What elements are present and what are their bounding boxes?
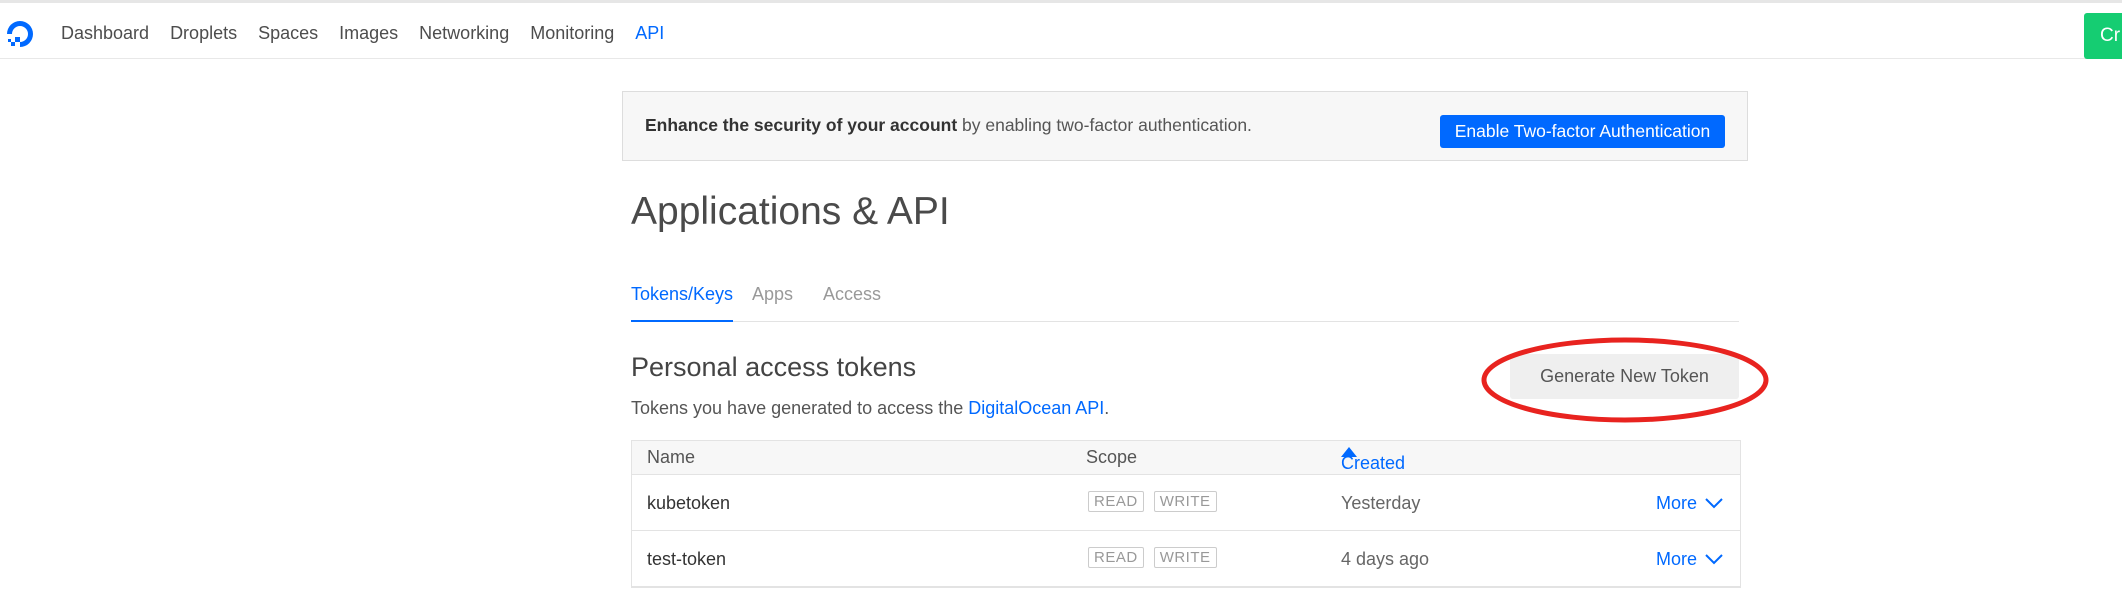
tab-bar: Tokens/Keys Apps Access: [631, 280, 1739, 322]
main-nav: Dashboard Droplets Spaces Images Network…: [61, 20, 685, 46]
column-header-created-label: Created: [1341, 453, 1406, 473]
token-scope: READ WRITE: [1088, 547, 1217, 568]
nav-monitoring[interactable]: Monitoring: [530, 20, 614, 46]
token-created: Yesterday: [1341, 493, 1421, 513]
more-dropdown[interactable]: More: [1656, 493, 1723, 514]
scope-badge-read: READ: [1088, 491, 1144, 512]
more-label: More: [1656, 549, 1698, 569]
top-navigation: Dashboard Droplets Spaces Images Network…: [0, 0, 2122, 59]
column-header-scope: Scope: [1086, 447, 1138, 467]
digitalocean-api-link[interactable]: DigitalOcean API: [968, 398, 1104, 418]
subtitle-suffix: .: [1104, 398, 1110, 418]
section-title: Personal access tokens: [631, 352, 917, 382]
nav-spaces[interactable]: Spaces: [258, 20, 318, 46]
tab-access[interactable]: Access: [823, 284, 881, 305]
banner-message: Enhance the security of your account by …: [645, 115, 1252, 136]
column-header-created[interactable]: Created: [1341, 447, 1405, 473]
tab-tokens-keys[interactable]: Tokens/Keys: [631, 284, 734, 322]
nav-dashboard[interactable]: Dashboard: [61, 20, 149, 46]
chevron-down-icon: [1705, 498, 1723, 509]
table-row: test-token READ WRITE 4 days ago More: [632, 531, 1740, 587]
subtitle-prefix: Tokens you have generated to access the: [631, 398, 969, 418]
create-button[interactable]: Cr: [2084, 13, 2122, 59]
enable-two-factor-button[interactable]: Enable Two-factor Authentication: [1440, 115, 1725, 148]
token-created: 4 days ago: [1341, 549, 1430, 569]
more-label: More: [1656, 493, 1698, 513]
section-subtitle: Tokens you have generated to access the …: [631, 398, 1109, 419]
more-dropdown[interactable]: More: [1656, 549, 1723, 570]
tab-apps[interactable]: Apps: [752, 284, 793, 305]
nav-networking[interactable]: Networking: [419, 20, 509, 46]
scope-badge-read: READ: [1088, 547, 1144, 568]
table-row: kubetoken READ WRITE Yesterday More: [632, 475, 1740, 531]
page-title: Applications & API: [631, 190, 950, 233]
scope-badge-write: WRITE: [1153, 547, 1217, 568]
digitalocean-logo-icon[interactable]: [3, 17, 37, 51]
column-header-name: Name: [647, 447, 696, 467]
nav-images[interactable]: Images: [339, 20, 398, 46]
nav-droplets[interactable]: Droplets: [170, 20, 237, 46]
chevron-down-icon: [1705, 554, 1723, 565]
generate-new-token-button[interactable]: Generate New Token: [1510, 354, 1739, 399]
two-factor-banner: Enhance the security of your account by …: [622, 91, 1748, 161]
token-name: test-token: [647, 549, 727, 569]
token-name: kubetoken: [647, 493, 731, 513]
table-header: Name Scope Created: [632, 441, 1740, 475]
nav-api[interactable]: API: [635, 20, 664, 46]
token-scope: READ WRITE: [1088, 491, 1217, 512]
banner-message-rest: by enabling two-factor authentication.: [957, 115, 1252, 135]
banner-message-bold: Enhance the security of your account: [645, 115, 958, 135]
scope-badge-write: WRITE: [1153, 491, 1217, 512]
tokens-table: Name Scope Created kubetoken READ WRITE …: [631, 440, 1741, 588]
